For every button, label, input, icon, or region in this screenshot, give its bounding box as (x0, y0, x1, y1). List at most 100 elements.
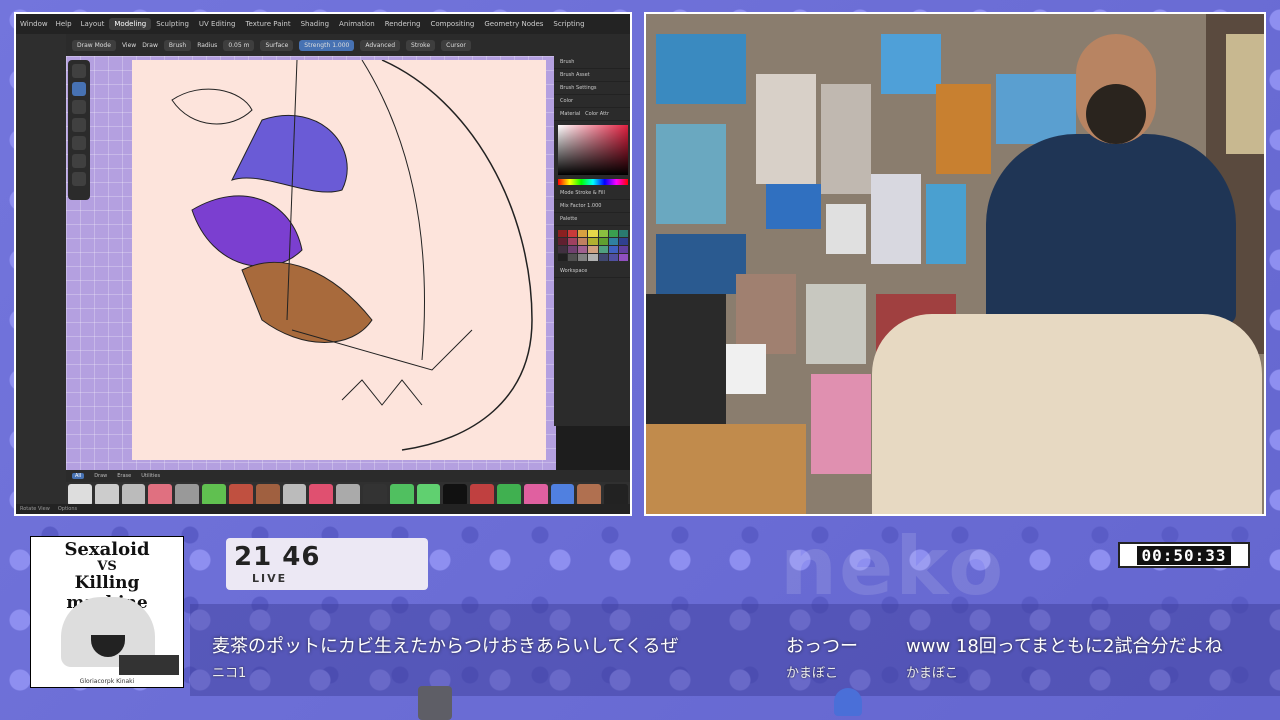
view-menu[interactable]: View (122, 42, 136, 49)
background-watermark: neko (780, 520, 1006, 613)
pixel-avatar-sprite (834, 688, 862, 716)
tab-texture-paint[interactable]: Texture Paint (240, 18, 295, 30)
brush-filter-all[interactable]: All (72, 473, 85, 479)
line-tool-icon[interactable] (72, 154, 86, 168)
mode-value: Stroke & Fill (575, 190, 605, 196)
tab-geometry-nodes[interactable]: Geometry Nodes (479, 18, 548, 30)
streamer-beard (1086, 84, 1146, 144)
tab-animation[interactable]: Animation (334, 18, 380, 30)
panel-workspace[interactable]: Workspace (554, 265, 630, 278)
timer-value: 00:50:33 (1137, 545, 1231, 565)
tab-color-attr[interactable]: Color Attr (585, 111, 609, 117)
brush-thumb[interactable] (416, 484, 441, 506)
surface-dropdown[interactable]: Surface (260, 39, 294, 51)
comment-text: www 18回ってまともに2試合分だよね (906, 636, 1223, 657)
brush-thumb[interactable] (202, 484, 226, 506)
strength-label: Strength (304, 41, 331, 49)
cover-title-line1: Sexaloid (64, 539, 150, 560)
streamer-body (986, 134, 1236, 324)
tab-compositing[interactable]: Compositing (425, 18, 479, 30)
brush-thumb[interactable] (577, 484, 602, 506)
draw-menu[interactable]: Draw (142, 42, 158, 49)
cover-title-line2: VS (97, 559, 117, 574)
brush-thumb[interactable] (68, 484, 92, 506)
drawing-canvas[interactable] (132, 59, 546, 460)
panel-palette[interactable]: Palette (554, 213, 630, 226)
draw-tool-icon[interactable] (72, 82, 86, 96)
tint-tool-icon[interactable] (72, 136, 86, 150)
comment-user: ニコ1 (212, 666, 247, 681)
properties-side-panel: Brush Brush Asset Brush Settings Color M… (554, 56, 630, 426)
brush-thumb[interactable] (604, 484, 629, 506)
tab-shading[interactable]: Shading (296, 18, 334, 30)
panel-brush[interactable]: Brush (554, 56, 630, 69)
outliner-column[interactable] (16, 34, 66, 514)
mode-dropdown[interactable]: Draw Mode (72, 39, 116, 51)
brush-thumb[interactable] (362, 484, 387, 506)
panel-brush-settings[interactable]: Brush Settings (554, 82, 630, 95)
pixel-avatar-sprite (418, 686, 452, 720)
brush-thumb[interactable] (497, 484, 521, 506)
tab-scripting[interactable]: Scripting (548, 18, 589, 30)
brush-selector[interactable]: Brush (163, 39, 192, 51)
chair-backrest (872, 314, 1262, 514)
mode-row[interactable]: Mode Stroke & Fill (554, 187, 630, 200)
brush-thumb[interactable] (336, 484, 360, 506)
brush-filter-draw[interactable]: Draw (94, 473, 107, 479)
erase-tool-icon[interactable] (72, 118, 86, 132)
brush-thumb[interactable] (148, 484, 173, 506)
menu-window[interactable]: Window (16, 20, 52, 28)
brush-thumb[interactable] (470, 484, 494, 506)
artwork-sketch (171, 59, 533, 451)
hue-slider[interactable] (558, 179, 628, 185)
brush-thumb[interactable] (121, 484, 146, 506)
brush-thumb[interactable] (443, 484, 468, 506)
tab-uv-editing[interactable]: UV Editing (194, 18, 241, 30)
color-picker-field[interactable] (558, 125, 628, 175)
palette-swatches[interactable] (558, 230, 628, 261)
select-tool-icon[interactable] (72, 64, 86, 78)
tab-sculpting[interactable]: Sculpting (151, 18, 194, 30)
brush-thumb[interactable] (309, 484, 334, 506)
advanced-dropdown[interactable]: Advanced (360, 39, 401, 51)
status-bar: Rotate View Options (16, 504, 630, 514)
brush-thumb[interactable] (228, 484, 253, 506)
strength-field[interactable]: Strength 1.000 (299, 39, 355, 51)
tab-rendering[interactable]: Rendering (380, 18, 426, 30)
brush-thumb[interactable] (255, 484, 280, 506)
tool-shelf (68, 60, 90, 200)
comment-text: おっつー (786, 636, 858, 657)
panel-color[interactable]: Color (554, 95, 630, 108)
panel-brush-asset[interactable]: Brush Asset (554, 69, 630, 82)
chat-comment: www 18回ってまともに2試合分だよね かまぼこ (906, 632, 1222, 681)
mix-factor-label: Mix Factor (560, 203, 586, 209)
radius-field[interactable]: 0.05 m (223, 39, 255, 51)
brush-thumb[interactable] (389, 484, 414, 506)
brush-filter-erase[interactable]: Erase (117, 473, 131, 479)
stroke-dropdown[interactable]: Stroke (406, 39, 436, 51)
brush-thumb[interactable] (282, 484, 307, 506)
menu-help[interactable]: Help (52, 20, 76, 28)
viewer-count-box: 21 46 LIVE (226, 538, 428, 590)
status-rotate-view: Rotate View (20, 506, 50, 512)
chat-comment: おっつー かまぼこ (786, 632, 858, 681)
cursor-dropdown[interactable]: Cursor (441, 39, 471, 51)
tab-material[interactable]: Material (560, 111, 580, 117)
cover-logos (119, 655, 179, 675)
tool-header: Draw Mode View Draw Brush Radius 0.05 m … (66, 34, 630, 56)
brush-thumb[interactable] (523, 484, 548, 506)
brush-thumb[interactable] (175, 484, 200, 506)
drawing-viewport[interactable] (66, 56, 556, 474)
radius-label: Radius (197, 41, 218, 49)
comment-user: かまぼこ (786, 666, 839, 681)
fill-tool-icon[interactable] (72, 100, 86, 114)
brush-thumb[interactable] (550, 484, 575, 506)
brush-filter-utilities[interactable]: Utilities (141, 473, 160, 479)
tab-modeling[interactable]: Modeling (109, 18, 152, 30)
brush-thumb[interactable] (94, 484, 119, 506)
eyedropper-tool-icon[interactable] (72, 172, 86, 186)
chat-comment: 麦茶のポットにカビ生えたからつけおきあらいしてくるぜ ニコ1 (212, 632, 679, 681)
tab-layout[interactable]: Layout (76, 18, 110, 30)
brush-category-bar: All Draw Erase Utilities (66, 470, 630, 482)
mix-factor-row[interactable]: Mix Factor 1.000 (554, 200, 630, 213)
